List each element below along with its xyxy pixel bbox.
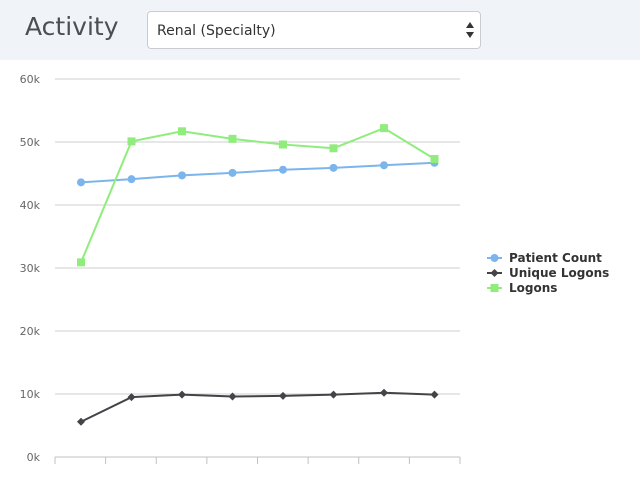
- data-point: [380, 161, 388, 170]
- data-point: [178, 127, 186, 136]
- legend-marker: [490, 269, 499, 277]
- data-point: [178, 171, 186, 180]
- data-point: [329, 163, 338, 172]
- legend-marker: [490, 284, 499, 292]
- data-point: [77, 258, 85, 267]
- y-tick-label: 50k: [20, 136, 41, 149]
- y-tick-label: 0k: [27, 451, 41, 464]
- activity-line-chart: 0k 10k 20k 30k 40k 50k 60k Patient CountUnique …: [20, 73, 609, 464]
- series-line: [80, 127, 436, 263]
- page-title: Activity: [25, 12, 119, 41]
- data-point: [228, 134, 237, 143]
- legend-label: Logons: [509, 281, 557, 295]
- data-point: [127, 175, 136, 184]
- data-point: [380, 388, 388, 397]
- y-tick-label: 30k: [20, 262, 41, 275]
- data-point: [127, 137, 136, 146]
- data-point: [77, 417, 85, 426]
- y-tick-label: 40k: [20, 199, 41, 212]
- data-point: [228, 168, 237, 177]
- data-point: [279, 165, 287, 174]
- data-point: [430, 390, 439, 399]
- header-bar: Activity Renal (Specialty): [0, 0, 640, 60]
- data-point: [279, 391, 287, 400]
- y-tick-label: 20k: [20, 325, 41, 338]
- specialty-select-value: Renal (Specialty): [157, 23, 276, 39]
- legend-label: Patient Count: [509, 251, 602, 265]
- data-point: [329, 390, 338, 399]
- data-point: [329, 144, 338, 153]
- data-point: [430, 155, 439, 164]
- data-point: [279, 140, 287, 149]
- y-tick-label: 10k: [20, 388, 41, 401]
- legend-label: Unique Logons: [509, 266, 609, 280]
- legend-marker: [490, 254, 499, 262]
- select-arrows-icon: [466, 22, 474, 38]
- y-tick-label: 60k: [20, 73, 41, 86]
- data-point: [380, 124, 388, 133]
- data-point: [77, 178, 85, 187]
- data-point: [178, 390, 186, 399]
- specialty-select[interactable]: Renal (Specialty): [147, 11, 481, 49]
